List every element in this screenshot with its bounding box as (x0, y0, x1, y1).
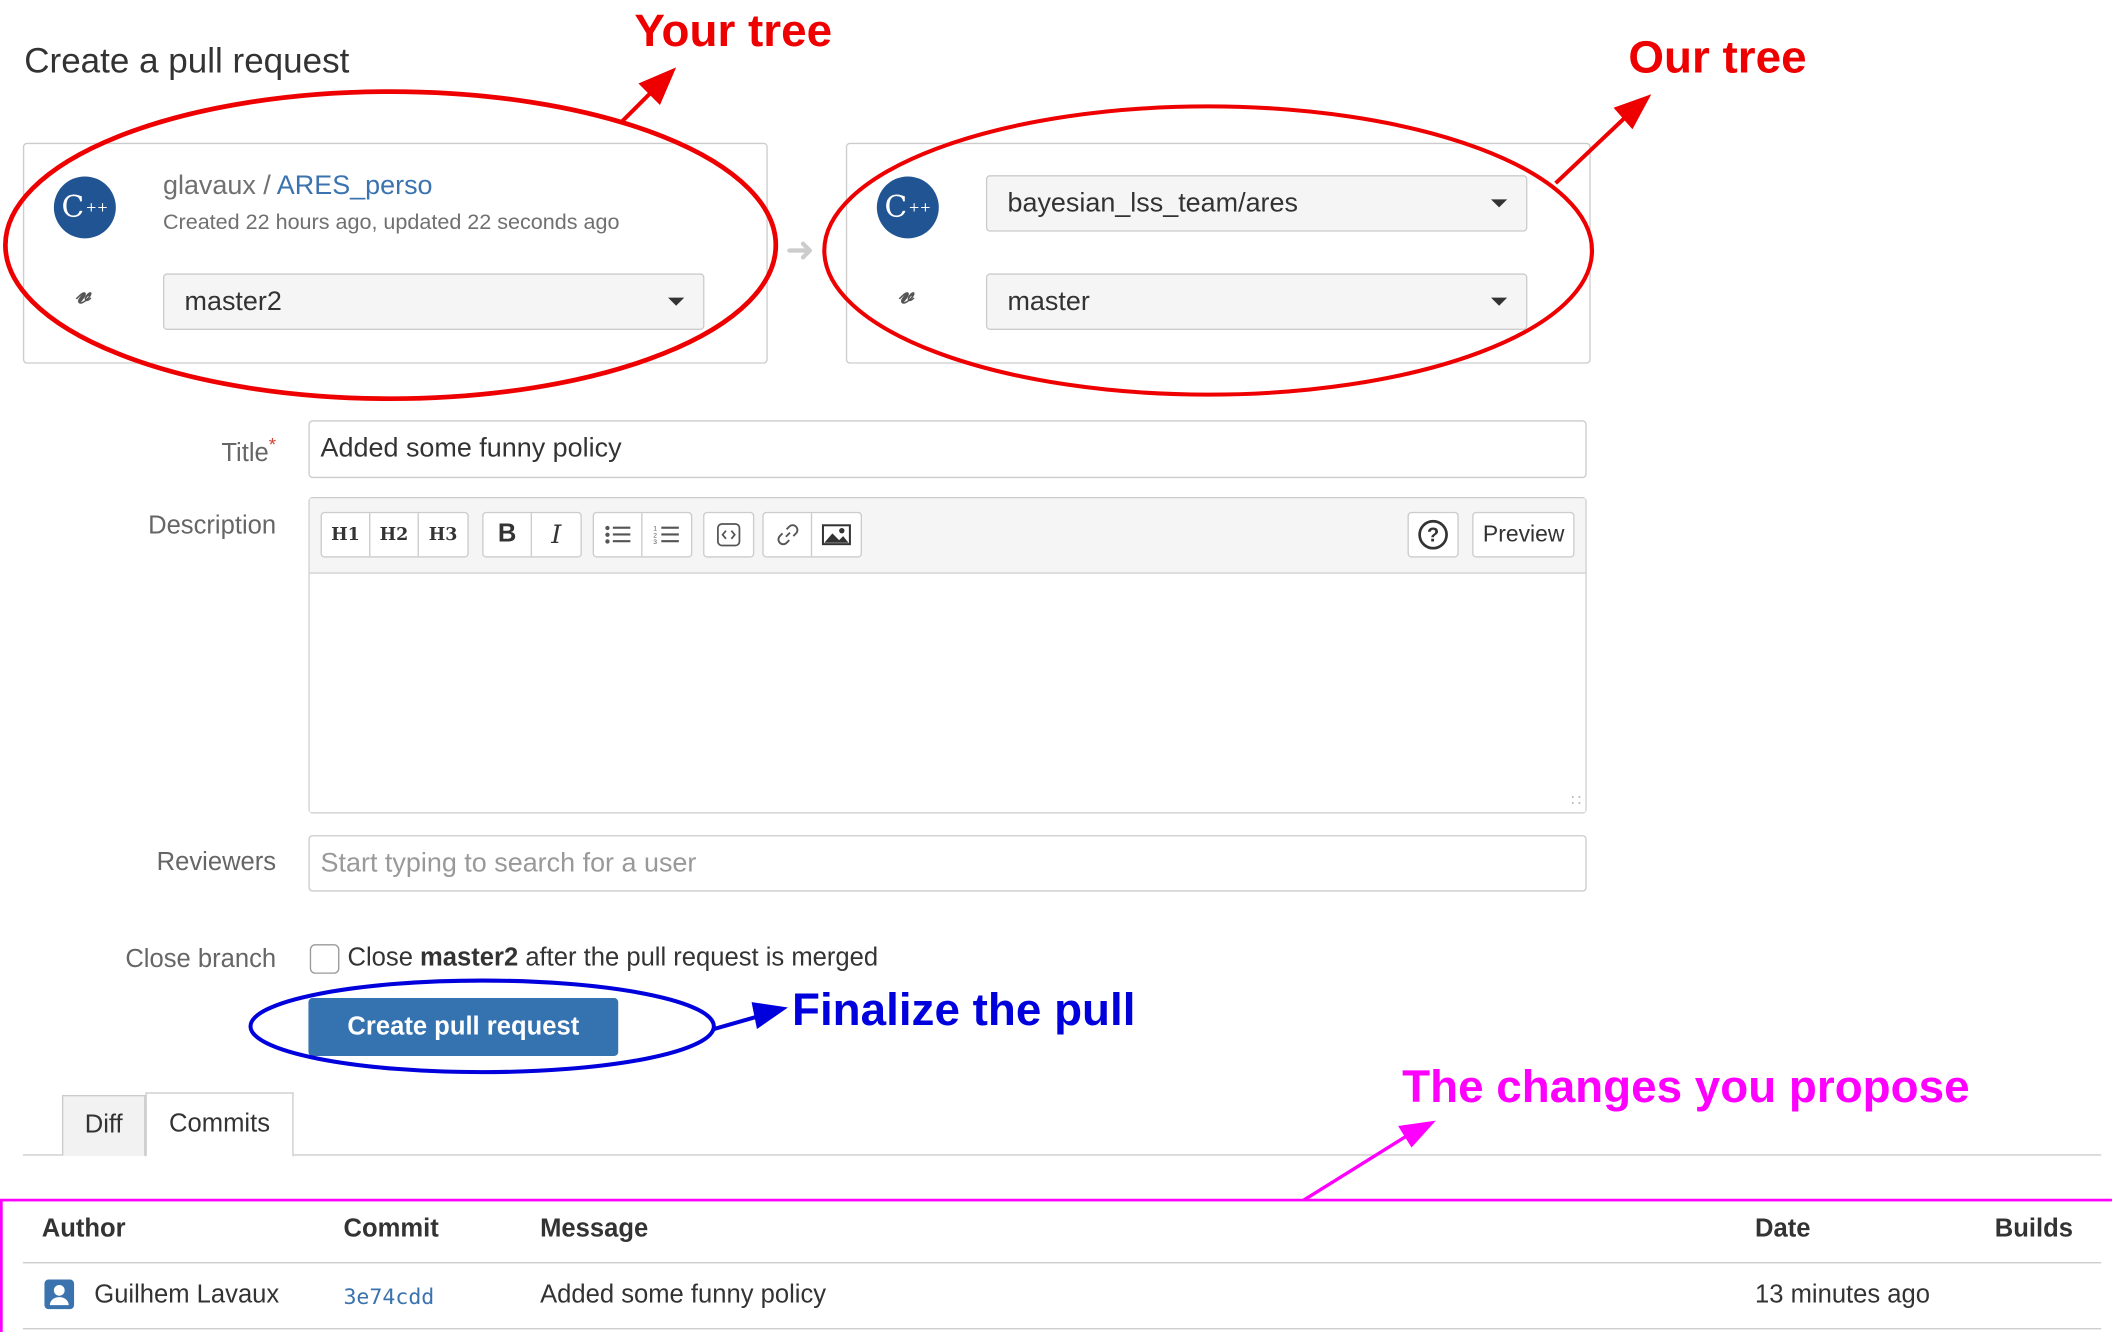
your-tree-annotation: Your tree (634, 5, 833, 57)
our-tree-arrow (1554, 111, 1632, 185)
changes-arrow (1302, 1134, 1409, 1202)
our-tree-annotation: Our tree (1628, 32, 1807, 84)
finalize-arrow (713, 1013, 762, 1031)
finalize-arrowhead (751, 1002, 788, 1030)
finalize-annotation: Finalize the pull (791, 984, 1136, 1036)
annotation-overlay (0, 67, 2112, 1332)
our-tree-ellipse (822, 104, 1595, 397)
changes-annotation: The changes you propose (1402, 1061, 1970, 1113)
changes-arrowhead (1398, 1120, 1436, 1148)
finalize-ellipse (248, 978, 716, 1075)
your-tree-ellipse (3, 89, 779, 402)
changes-box (0, 1198, 2112, 1332)
